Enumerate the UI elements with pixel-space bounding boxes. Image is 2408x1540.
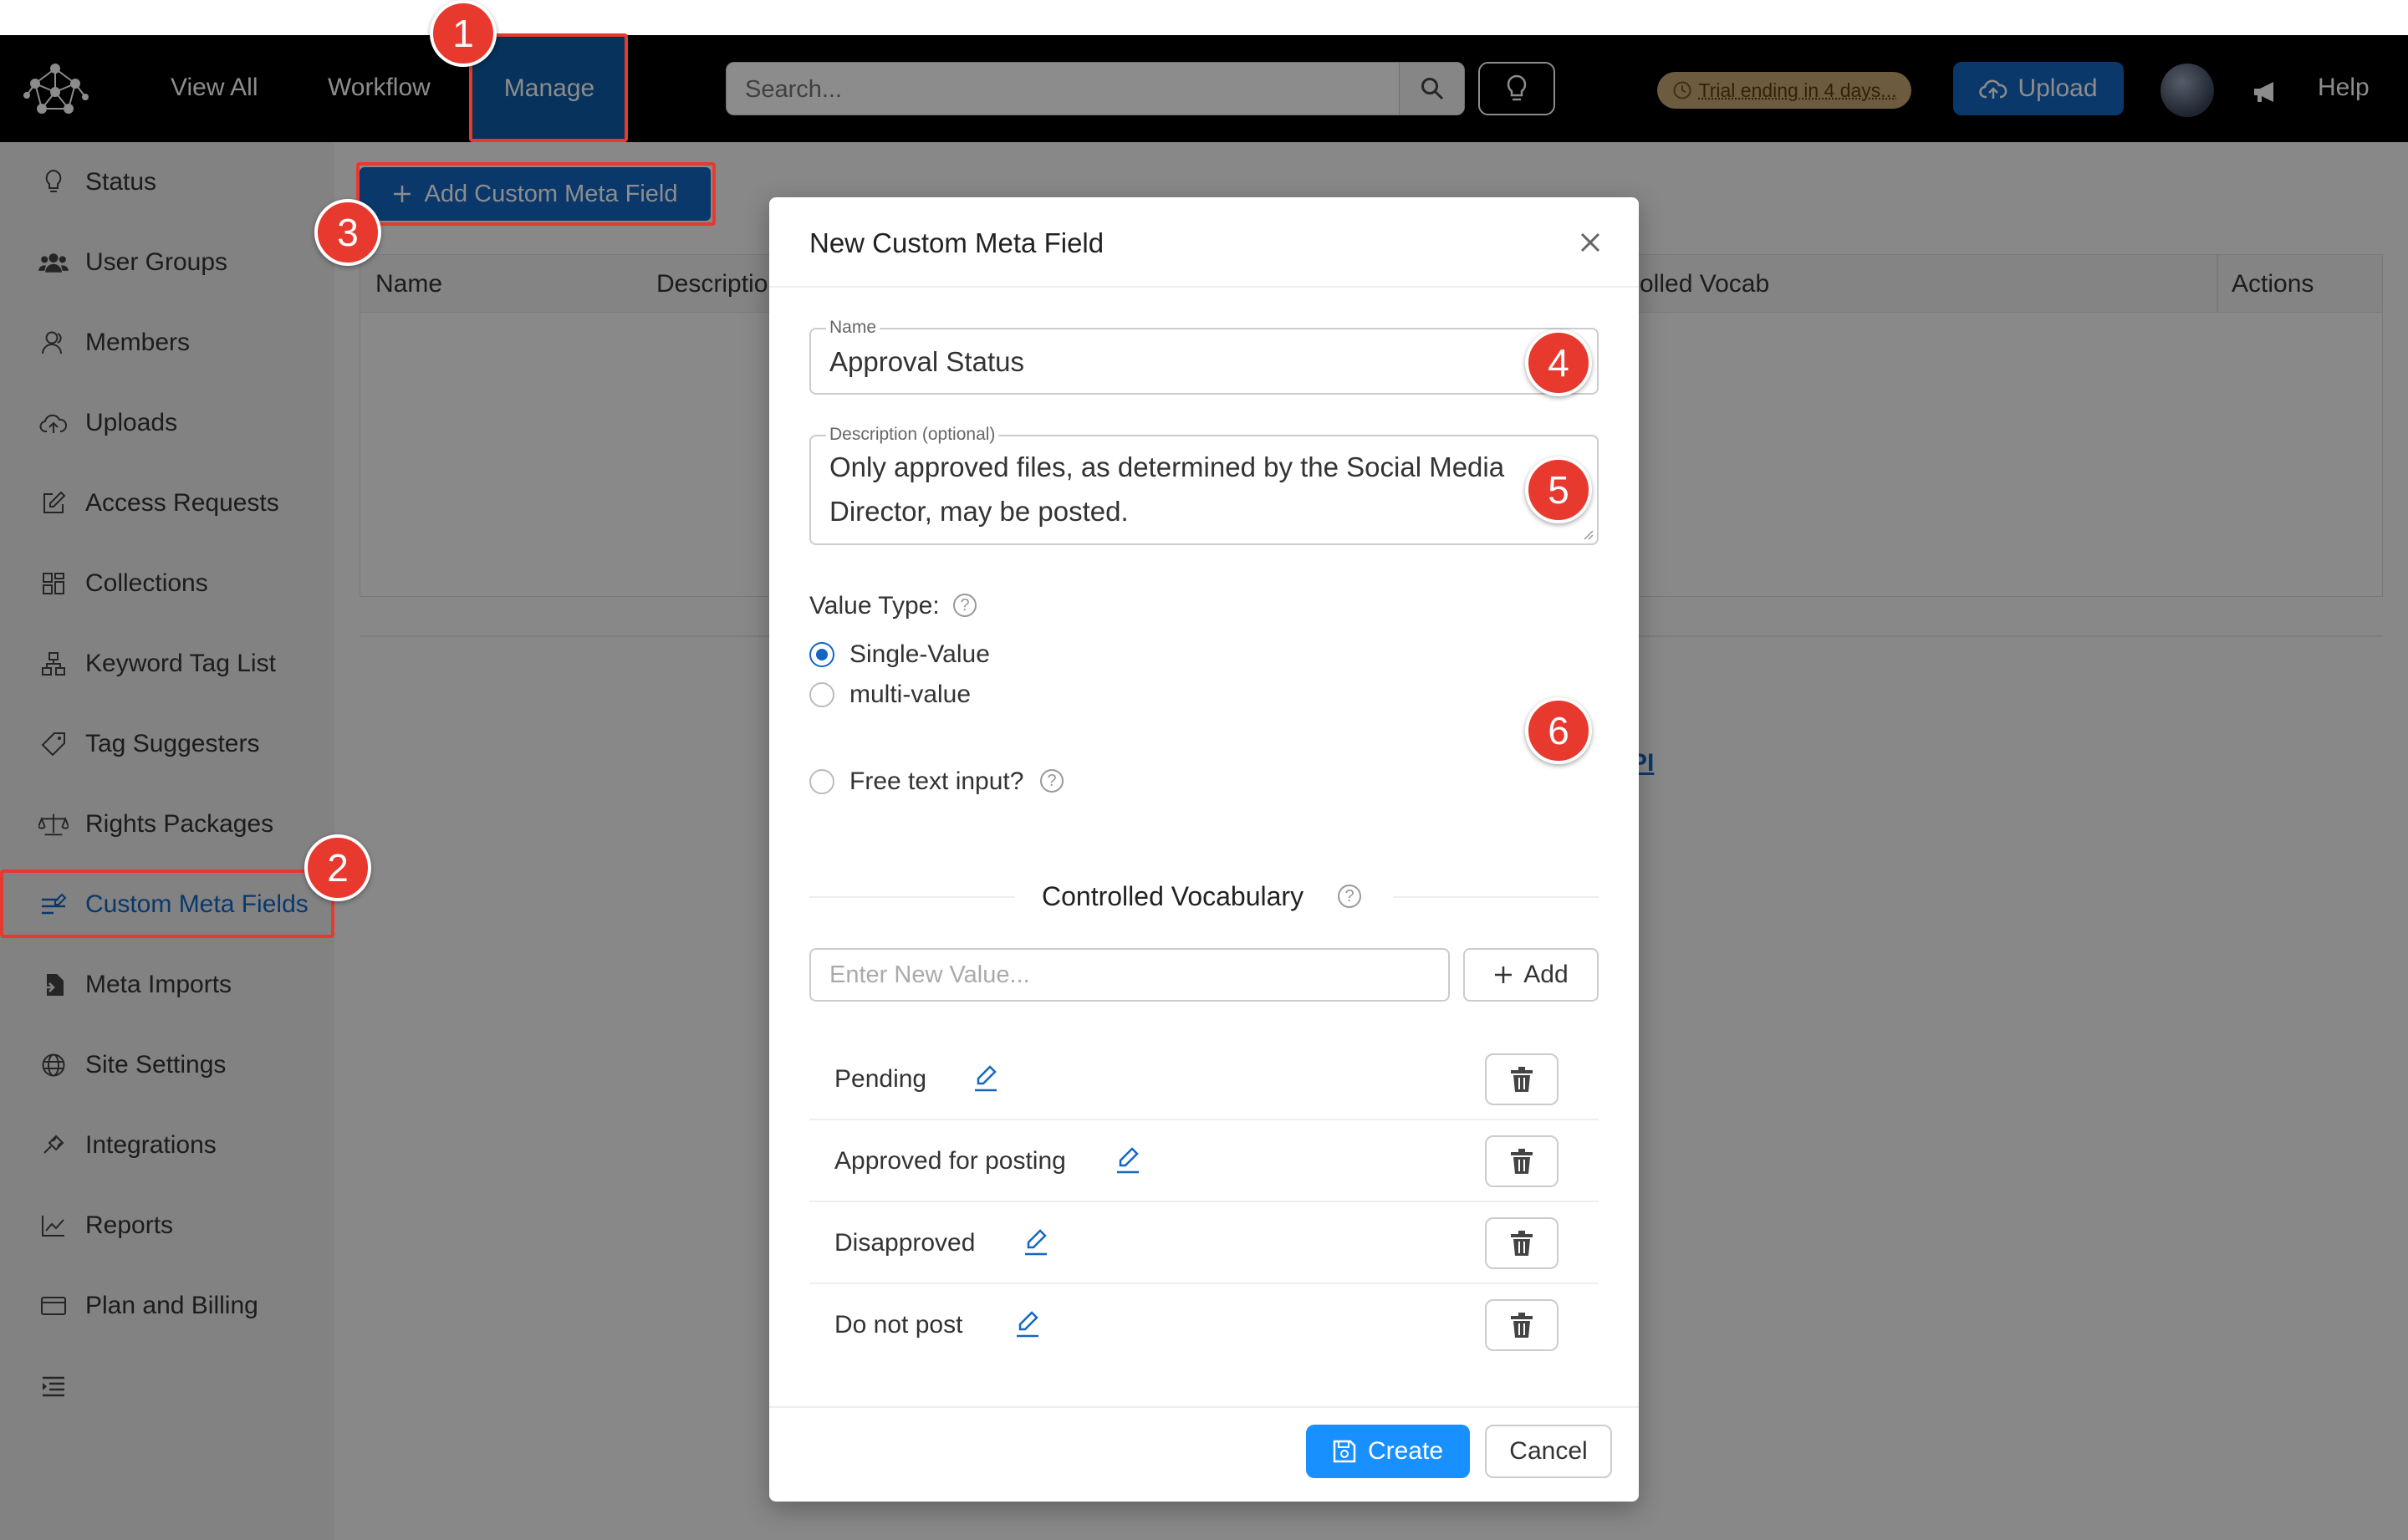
help-icon[interactable]: ? bbox=[1040, 769, 1064, 793]
help-icon[interactable]: ? bbox=[953, 594, 977, 617]
callout-number: 3 bbox=[337, 211, 359, 254]
multi-value-label[interactable]: multi-value bbox=[849, 681, 971, 709]
close-button[interactable] bbox=[1575, 227, 1605, 258]
free-text-radio[interactable] bbox=[809, 769, 834, 794]
delete-button[interactable] bbox=[1485, 1053, 1559, 1105]
pencil-icon[interactable] bbox=[1115, 1145, 1140, 1174]
add-value-button[interactable]: Add bbox=[1463, 948, 1599, 1002]
cancel-label: Cancel bbox=[1509, 1437, 1588, 1465]
list-item: Approved for posting bbox=[809, 1120, 1599, 1202]
list-item: Pending bbox=[809, 1038, 1599, 1120]
callout-number: 4 bbox=[1548, 341, 1569, 385]
list-item: Do not post bbox=[809, 1284, 1599, 1366]
delete-button[interactable] bbox=[1485, 1217, 1559, 1269]
trash-icon bbox=[1511, 1067, 1533, 1092]
delete-button[interactable] bbox=[1485, 1299, 1559, 1351]
vocab-value: Do not post bbox=[834, 1311, 963, 1339]
callout-number: 2 bbox=[327, 846, 349, 890]
callout-badge-6: 6 bbox=[1525, 697, 1592, 764]
help-icon[interactable]: ? bbox=[1338, 885, 1361, 908]
value-type-label: Value Type: bbox=[809, 592, 940, 620]
new-custom-meta-field-dialog: New Custom Meta Field Name Approval Stat… bbox=[769, 197, 1639, 1502]
controlled-vocabulary-title: Controlled Vocabulary bbox=[1042, 881, 1304, 911]
cancel-button[interactable]: Cancel bbox=[1485, 1425, 1612, 1478]
create-button[interactable]: Create bbox=[1306, 1425, 1470, 1478]
name-field-label: Name bbox=[826, 318, 880, 338]
pencil-icon[interactable] bbox=[973, 1063, 998, 1092]
callout-badge-2: 2 bbox=[304, 834, 371, 901]
pencil-icon[interactable] bbox=[1023, 1227, 1048, 1256]
description-field-label: Description (optional) bbox=[826, 425, 999, 445]
dialog-header-divider bbox=[769, 286, 1639, 288]
vocab-value: Pending bbox=[834, 1065, 927, 1093]
dialog-title: New Custom Meta Field bbox=[809, 227, 1105, 258]
description-line-2: Director, may be posted. bbox=[829, 496, 1129, 527]
single-value-label[interactable]: Single-Value bbox=[849, 640, 990, 669]
save-icon bbox=[1333, 1440, 1356, 1463]
free-text-label[interactable]: Free text input? bbox=[849, 767, 1023, 796]
plus-icon bbox=[1495, 966, 1513, 983]
callout-badge-5: 5 bbox=[1525, 456, 1592, 523]
description-line-1: Only approved files, as determined by th… bbox=[829, 451, 1505, 482]
pencil-icon[interactable] bbox=[1015, 1309, 1040, 1338]
single-value-radio[interactable] bbox=[809, 642, 834, 667]
callout-highlight-add-button bbox=[356, 162, 716, 226]
vocab-value: Disapproved bbox=[834, 1229, 976, 1257]
vocab-divider-right bbox=[1393, 896, 1599, 898]
callout-number: 6 bbox=[1548, 709, 1569, 752]
delete-button[interactable] bbox=[1485, 1135, 1559, 1187]
name-field-value: Approval Status bbox=[829, 346, 1024, 377]
trash-icon bbox=[1511, 1313, 1533, 1338]
add-value-label: Add bbox=[1523, 961, 1569, 988]
trash-icon bbox=[1511, 1231, 1533, 1256]
callout-number: 5 bbox=[1548, 468, 1569, 512]
callout-badge-3: 3 bbox=[314, 199, 381, 266]
close-icon bbox=[1580, 232, 1600, 252]
vocab-value: Approved for posting bbox=[834, 1147, 1066, 1175]
new-value-input[interactable]: Enter New Value... bbox=[809, 948, 1450, 1002]
create-label: Create bbox=[1367, 1437, 1444, 1465]
callout-highlight-custom-meta-fields bbox=[0, 869, 334, 938]
new-value-placeholder: Enter New Value... bbox=[829, 961, 1030, 988]
resize-handle-icon bbox=[1584, 530, 1594, 540]
trash-icon bbox=[1511, 1149, 1533, 1174]
callout-badge-4: 4 bbox=[1525, 329, 1592, 396]
callout-badge-1: 1 bbox=[430, 0, 497, 67]
list-item: Disapproved bbox=[809, 1202, 1599, 1284]
callout-number: 1 bbox=[452, 12, 474, 55]
callout-highlight-manage bbox=[469, 33, 628, 142]
dialog-footer-divider bbox=[769, 1406, 1639, 1408]
multi-value-radio[interactable] bbox=[809, 682, 834, 707]
description-field[interactable]: Description (optional) Only approved fil… bbox=[809, 425, 1599, 545]
name-field[interactable]: Name Approval Status bbox=[809, 318, 1599, 395]
vocab-divider-left bbox=[809, 896, 1015, 898]
